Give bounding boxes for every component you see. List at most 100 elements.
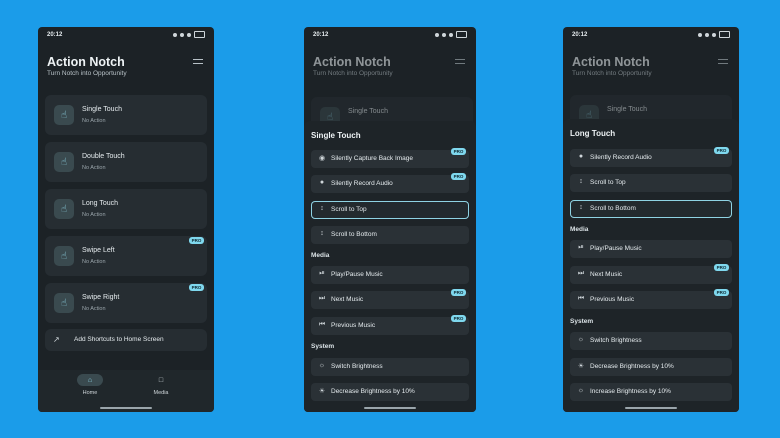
option-label: Scroll to Top [590, 179, 626, 186]
brightness-high-icon: ☼ [577, 387, 585, 394]
nav-tab-home[interactable]: ⌂ Home [60, 374, 120, 396]
pro-badge: PRO [451, 173, 466, 180]
scroll-icon: ↕ [320, 205, 324, 212]
touch-icon: ☝ [54, 293, 74, 313]
vibrate-icon [698, 32, 702, 37]
gesture-bar [364, 407, 416, 409]
brightness-low-icon: ☀ [577, 363, 585, 370]
wifi-icon [705, 32, 709, 37]
external-link-icon: ↗ [53, 335, 60, 344]
phone-single-touch-sheet: 20:12 Action Notch Turn Notch into Oppor… [304, 27, 476, 412]
signal-icon [449, 32, 453, 37]
gesture-action: No Action [82, 212, 106, 218]
option-previous-music[interactable]: ⏮ Previous Music PRO [311, 315, 469, 335]
option-switch-brightness[interactable]: ☼ Switch Brightness [570, 332, 732, 350]
battery-icon [194, 31, 205, 38]
section-media: Media [311, 252, 330, 259]
battery-icon [719, 31, 730, 38]
option-next-music[interactable]: ⏭ Next Music PRO [311, 289, 469, 309]
gesture-card-double-touch[interactable]: ☝ Double Touch No Action [45, 142, 207, 182]
status-time: 20:12 [313, 32, 329, 38]
wifi-icon [180, 32, 184, 37]
phone-long-touch-sheet: 20:12 Action Notch Turn Notch into Oppor… [563, 27, 739, 412]
pro-badge: PRO [714, 289, 729, 296]
nav-home-label: Home [82, 390, 98, 396]
option-label: Switch Brightness [590, 337, 642, 344]
add-shortcuts-button[interactable]: ↗ Add Shortcuts to Home Screen [45, 329, 207, 351]
option-scroll-to-bottom[interactable]: ↕ Scroll to Bottom [570, 200, 732, 218]
scroll-icon: ↕ [579, 204, 583, 211]
option-previous-music[interactable]: ⏮ Previous Music PRO [570, 289, 732, 309]
mic-icon: ● [319, 179, 325, 186]
option-scroll-to-bottom[interactable]: ↕ Scroll to Bottom [311, 226, 469, 244]
touch-icon: ☝ [54, 105, 74, 125]
gesture-label: Swipe Left [82, 247, 115, 254]
sheet-title: Long Touch [570, 129, 616, 138]
nav-media-label: Media [153, 390, 169, 396]
option-label: Scroll to Bottom [331, 231, 377, 238]
settings-sliders-icon [718, 57, 728, 65]
gesture-bar [100, 407, 152, 409]
app-title: Action Notch [47, 55, 125, 69]
pro-badge: PRO [189, 237, 204, 244]
option-record-audio[interactable]: ● Silently Record Audio PRO [570, 147, 732, 167]
option-play-pause[interactable]: ⏯ Play/Pause Music [311, 266, 469, 284]
status-icons [435, 31, 467, 38]
battery-icon [456, 31, 467, 38]
option-increase-brightness[interactable]: ☼ Increase Brightness by 10% [570, 383, 732, 401]
status-bar: 20:12 [304, 27, 476, 43]
option-label: Silently Record Audio [331, 180, 393, 187]
app-title: Action Notch [572, 55, 650, 69]
status-time: 20:12 [47, 32, 63, 38]
status-time: 20:12 [572, 32, 588, 38]
app-subtitle: Turn Notch into Opportunity [47, 70, 127, 77]
option-label: Decrease Brightness by 10% [331, 388, 415, 395]
option-play-pause[interactable]: ⏯ Play/Pause Music [570, 240, 732, 258]
option-decrease-brightness[interactable]: ☀ Decrease Brightness by 10% [570, 358, 732, 376]
previous-icon: ⏮ [577, 295, 585, 302]
add-shortcuts-label: Add Shortcuts to Home Screen [74, 336, 164, 343]
gesture-label: Single Touch [607, 106, 647, 113]
signal-icon [712, 32, 716, 37]
option-decrease-brightness[interactable]: ☀ Decrease Brightness by 10% [311, 383, 469, 401]
pro-badge: PRO [714, 147, 729, 154]
option-switch-brightness[interactable]: ☼ Switch Brightness [311, 358, 469, 376]
gesture-card-long-touch[interactable]: ☝ Long Touch No Action [45, 189, 207, 229]
option-label: Scroll to Top [331, 206, 367, 213]
scroll-icon: ↕ [579, 178, 583, 185]
vibrate-icon [435, 32, 439, 37]
section-system: System [311, 343, 335, 350]
status-icons [698, 31, 730, 38]
option-record-audio[interactable]: ● Silently Record Audio PRO [311, 173, 469, 193]
gesture-action: No Action [82, 118, 106, 124]
option-next-music[interactable]: ⏭ Next Music PRO [570, 264, 732, 284]
gesture-card-swipe-right[interactable]: ☝ Swipe Right No Action PRO [45, 283, 207, 323]
brightness-low-icon: ☀ [318, 388, 326, 395]
pro-badge: PRO [714, 264, 729, 271]
option-label: Previous Music [590, 296, 635, 303]
option-scroll-to-top[interactable]: ↕ Scroll to Top [311, 201, 469, 219]
nav-tab-media[interactable]: □ Media [131, 374, 191, 397]
signal-icon [187, 32, 191, 37]
section-system: System [570, 318, 594, 325]
vibrate-icon [173, 32, 177, 37]
option-label: Play/Pause Music [331, 271, 383, 278]
brightness-icon: ☼ [577, 336, 585, 343]
option-scroll-to-top[interactable]: ↕ Scroll to Top [570, 174, 732, 192]
settings-sliders-icon[interactable] [193, 57, 203, 65]
option-label: Next Music [331, 296, 364, 303]
next-icon: ⏭ [318, 295, 326, 302]
option-label: Switch Brightness [331, 363, 383, 370]
touch-icon: ☝ [54, 152, 74, 172]
app-title: Action Notch [313, 55, 391, 69]
play-pause-icon: ⏯ [578, 244, 584, 251]
phone-home-screen: 20:12 Action Notch Turn Notch into Oppor… [38, 27, 214, 412]
touch-icon: ☝ [54, 199, 74, 219]
play-pause-icon: ⏯ [319, 270, 325, 277]
pro-badge: PRO [451, 289, 466, 296]
gesture-bar [625, 407, 677, 409]
gesture-card-swipe-left[interactable]: ☝ Swipe Left No Action PRO [45, 236, 207, 276]
gesture-card-single-touch[interactable]: ☝ Single Touch No Action [45, 95, 207, 135]
option-capture-back-image[interactable]: ◉ Silently Capture Back Image PRO [311, 148, 469, 168]
gesture-label: Double Touch [82, 153, 125, 160]
